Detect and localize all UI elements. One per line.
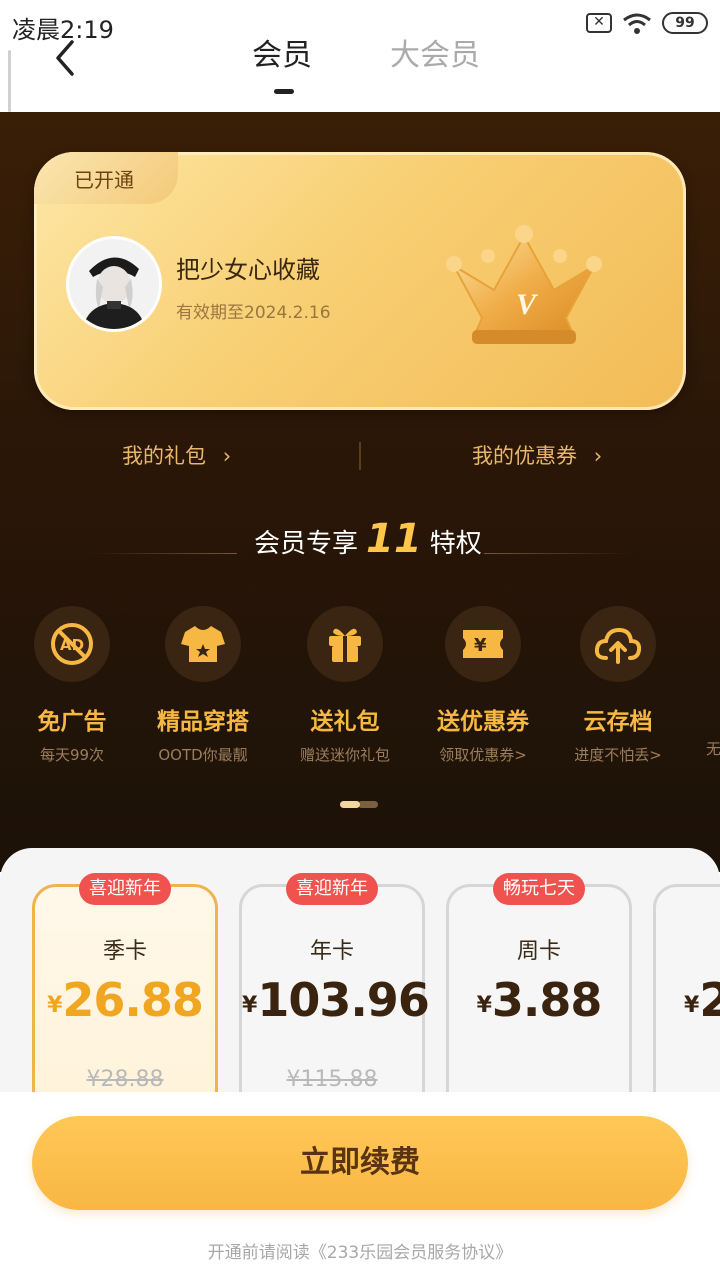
expiry-date: 有效期至2024.2.16 [176,303,331,323]
battery-icon: 99 [662,12,708,34]
plan-name: 季卡 [102,939,147,964]
privilege-desc: OOTD你最靓 [158,746,248,764]
currency-symbol: ¥ [684,993,700,1018]
agreement-link[interactable]: 开通前请阅读《233乐园会员服务协议》 [0,1238,720,1263]
currency-symbol: ¥ [242,993,258,1018]
nickname: 把少女心收藏 [176,256,320,284]
plans-panel: 喜迎新年 季卡 ¥26.88 ¥28.88 喜迎新年 年卡 ¥103.96 ¥1… [0,848,720,1108]
links-divider [359,442,361,470]
my-coupon-label: 我的优惠券 [472,444,577,468]
member-status-badge: 已开通 [34,152,178,204]
chevron-right-icon: › [593,444,603,468]
price-value: 3.88 [491,973,602,1027]
plan-name: 年卡 [309,939,354,964]
plan-price: ¥3.88 [449,973,629,1027]
plan-card-partial[interactable]: ¥2 [653,884,720,1108]
price-value: 2 [699,973,720,1027]
privilege-desc: 领取优惠券> [439,746,527,764]
privilege-gift[interactable]: 送礼包 赠送迷你礼包 [275,606,415,765]
currency-symbol: ¥ [47,993,63,1018]
avatar[interactable] [66,236,162,332]
plan-card-yearly[interactable]: 喜迎新年 年卡 ¥103.96 ¥115.88 [239,873,430,1108]
privilege-desc: 赠送迷你礼包 [299,746,390,764]
plan-price: ¥2 [656,973,720,1027]
privilege-icon-wrap: ¥ [445,606,521,682]
my-gift-label: 我的礼包 [122,444,206,468]
tshirt-icon [181,626,225,662]
svg-text:¥: ¥ [474,635,487,656]
my-coupon-link[interactable]: 我的优惠券 › [472,440,602,470]
page-dot-active [340,801,360,808]
privilege-name: 免广告 [37,709,107,735]
privilege-desc: 无 [706,740,720,758]
scroll-indicator [8,50,11,112]
crown-icon: V [446,225,602,344]
active-tab-indicator [274,89,294,94]
privilege-icon-wrap [165,606,241,682]
cloud-upload-icon [594,627,642,664]
privilege-name [636,702,720,730]
status-icons: ✕ 99 [586,12,708,34]
plan-tag: 喜迎新年 [286,873,378,905]
renew-button[interactable]: 立即续费 [32,1116,688,1210]
plan-name: 周卡 [516,939,561,964]
coupon-icon: ¥ [463,630,503,658]
plan-tag: 喜迎新年 [79,873,171,905]
price-value: 103.96 [257,973,430,1027]
my-gift-link[interactable]: 我的礼包 › [122,440,231,470]
privilege-icon-wrap [307,606,383,682]
currency-symbol: ¥ [476,993,492,1018]
privileges-title-prefix: 会员专享 [254,529,359,559]
privilege-name: 送优惠券 [437,709,529,735]
privilege-no-ads[interactable]: AD 免广告 每天99次 [2,606,142,765]
heading-divider-left [92,553,237,554]
plan-price: ¥103.96 [242,973,430,1027]
wifi-icon [623,13,651,34]
page-indicator [340,801,378,808]
page-dot [358,801,378,808]
chevron-right-icon: › [222,444,232,468]
original-price: ¥28.88 [86,1067,164,1092]
privilege-icon-wrap: AD [34,606,110,682]
heading-divider-right [484,553,629,554]
privileges-count: 11 [366,516,422,562]
original-price: ¥115.88 [286,1067,378,1092]
privilege-name: 精品穿搭 [157,709,249,735]
no-sim-icon: ✕ [586,13,612,33]
bottom-bar: 立即续费 开通前请阅读《233乐园会员服务协议》 [0,1092,720,1280]
plan-card-quarterly[interactable]: 喜迎新年 季卡 ¥26.88 ¥28.88 [32,873,218,1108]
status-bar: 凌晨2:19 ✕ 99 [0,0,720,52]
privileges-heading: 会员专享 11 特权 [254,516,482,566]
svg-text:V: V [516,288,539,321]
status-time: 凌晨2:19 [12,16,114,44]
privilege-coupon[interactable]: ¥ 送优惠券 领取优惠券> [413,606,553,765]
privilege-partial[interactable]: 无 [636,606,720,759]
privilege-icon-placeholder [636,606,720,682]
plan-tag: 畅玩七天 [493,873,585,905]
privileges-title-suffix: 特权 [429,529,482,559]
privilege-outfits[interactable]: 精品穿搭 OOTD你最靓 [133,606,273,765]
price-value: 26.88 [62,973,204,1027]
privilege-desc: 每天99次 [39,746,105,764]
plan-price: ¥26.88 [35,973,215,1027]
no-ads-icon: AD [51,623,93,665]
gift-icon [329,628,361,662]
member-card: 已开通 把少女心收藏 有效期至2024.2.16 V [34,152,686,410]
privilege-name: 送礼包 [310,709,380,735]
plan-card-weekly[interactable]: 畅玩七天 周卡 ¥3.88 [446,873,632,1108]
